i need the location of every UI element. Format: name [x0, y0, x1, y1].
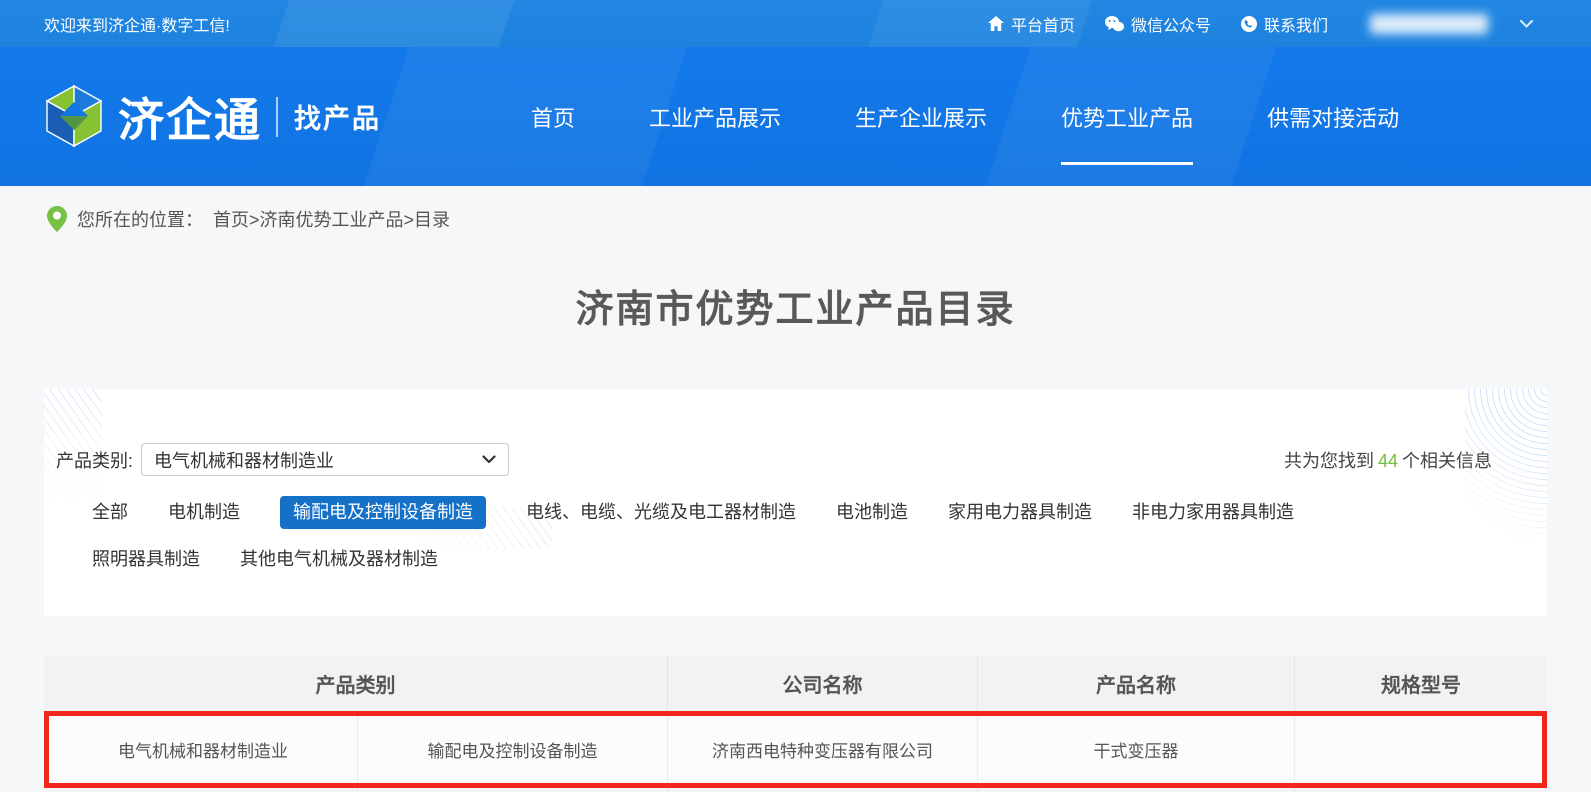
col-header-spec-model: 规格型号	[1294, 656, 1547, 711]
nav-item-supply-demand[interactable]: 供需对接活动	[1267, 101, 1399, 133]
cell-subcategory: 输配电及控制设备制造	[357, 716, 667, 783]
result-suffix: 个相关信息	[1402, 451, 1492, 471]
main-nav: 首页 工业产品展示 生产企业展示 优势工业产品 供需对接活动	[531, 101, 1399, 133]
category-tabs: 全部 电机制造 输配电及控制设备制造 电线、电缆、光缆及电工器材制造 电池制造 …	[44, 476, 1547, 576]
result-count: 44	[1378, 451, 1398, 471]
wechat-icon	[1105, 16, 1124, 32]
topbar-link-contact[interactable]: 联系我们	[1241, 12, 1328, 36]
highlighted-table-row[interactable]: 电气机械和器材制造业 输配电及控制设备制造 济南西电特种变压器有限公司 干式变压…	[44, 711, 1547, 788]
category-select-label: 产品类别:	[56, 447, 133, 473]
table-header-row: 产品类别 公司名称 产品名称 规格型号	[44, 656, 1547, 711]
next-row-partial	[44, 788, 1547, 792]
col-header-product-name: 产品名称	[977, 656, 1294, 711]
logo-subtitle: 找产品	[294, 97, 381, 136]
cell-company: 济南西电特种变压器有限公司	[667, 716, 977, 783]
cell-partial	[44, 788, 357, 792]
nav-item-industrial-products[interactable]: 工业产品展示	[649, 101, 781, 133]
tab-lighting[interactable]: 照明器具制造	[92, 543, 200, 576]
site-header: 济企通 找产品 首页 工业产品展示 生产企业展示 优势工业产品 供需对接活动	[0, 47, 1591, 186]
cell-partial	[357, 788, 667, 792]
topbar-link-label: 平台首页	[1011, 12, 1075, 36]
tab-battery[interactable]: 电池制造	[836, 496, 908, 529]
topbar: 欢迎来到济企通·数字工信! 平台首页 微信公众号	[0, 0, 1591, 47]
tab-household-electric[interactable]: 家用电力器具制造	[948, 496, 1092, 529]
logo-cube-icon	[44, 84, 104, 150]
nav-item-home[interactable]: 首页	[531, 101, 575, 133]
location-pin-icon	[47, 206, 67, 232]
logo-divider	[276, 97, 278, 137]
home-icon	[988, 16, 1004, 31]
breadcrumb-prefix: 您所在的位置：	[77, 206, 203, 232]
tab-non-electric-household[interactable]: 非电力家用器具制造	[1132, 496, 1294, 529]
cell-partial	[1294, 788, 1547, 792]
filter-panel: 产品类别: 电气机械和器材制造业 共为您找到44个相关信息 全部 电机制造 输配…	[44, 389, 1547, 616]
products-table: 产品类别 公司名称 产品名称 规格型号 电气机械和器材制造业 输配电及控制设备制…	[44, 656, 1547, 792]
tab-motor-manufacturing[interactable]: 电机制造	[168, 496, 240, 529]
nav-item-advantage-products[interactable]: 优势工业产品	[1061, 101, 1193, 133]
table-row: 电气机械和器材制造业 输配电及控制设备制造 济南西电特种变压器有限公司 干式变压…	[49, 716, 1542, 783]
select-chevron-icon	[482, 455, 496, 464]
tabs-row-1: 全部 电机制造 输配电及控制设备制造 电线、电缆、光缆及电工器材制造 电池制造 …	[92, 496, 1547, 529]
breadcrumb-path[interactable]: 首页>济南优势工业产品>目录	[213, 206, 450, 232]
topbar-link-wechat[interactable]: 微信公众号	[1105, 12, 1211, 36]
logo-text: 济企通	[118, 84, 262, 150]
tab-all[interactable]: 全部	[92, 496, 128, 529]
cell-partial	[667, 788, 977, 792]
username-redacted[interactable]	[1370, 14, 1488, 34]
filter-row: 产品类别: 电气机械和器材制造业 共为您找到44个相关信息	[44, 389, 1547, 476]
tab-other-electrical[interactable]: 其他电气机械及器材制造	[240, 543, 438, 576]
tab-wire-cable[interactable]: 电线、电缆、光缆及电工器材制造	[526, 496, 796, 529]
tab-power-transmission-equipment[interactable]: 输配电及控制设备制造	[280, 496, 486, 529]
page-title: 济南市优势工业产品目录	[0, 278, 1591, 333]
col-header-product-category: 产品类别	[44, 656, 667, 711]
chevron-down-icon[interactable]	[1520, 20, 1533, 28]
topbar-link-label: 微信公众号	[1131, 12, 1211, 36]
result-count-text: 共为您找到44个相关信息	[1284, 447, 1492, 473]
topbar-links: 平台首页 微信公众号 联系我们	[988, 12, 1533, 36]
breadcrumb: 您所在的位置： 首页>济南优势工业产品>目录	[0, 186, 1591, 232]
phone-icon	[1241, 16, 1257, 32]
cell-partial	[977, 788, 1294, 792]
cell-category: 电气机械和器材制造业	[49, 716, 357, 783]
product-category-select[interactable]: 电气机械和器材制造业	[141, 443, 509, 476]
topbar-link-home[interactable]: 平台首页	[988, 12, 1075, 36]
page: 欢迎来到济企通·数字工信! 平台首页 微信公众号	[0, 0, 1591, 792]
topbar-link-label: 联系我们	[1264, 12, 1328, 36]
nav-item-manufacturers[interactable]: 生产企业展示	[855, 101, 987, 133]
result-prefix: 共为您找到	[1284, 451, 1374, 471]
cell-product: 干式变压器	[977, 716, 1294, 783]
col-header-company-name: 公司名称	[667, 656, 977, 711]
tabs-row-2: 照明器具制造 其他电气机械及器材制造	[92, 543, 1547, 576]
logo[interactable]: 济企通 找产品	[44, 84, 381, 150]
cell-spec	[1294, 716, 1542, 783]
welcome-text: 欢迎来到济企通·数字工信!	[44, 12, 230, 36]
selected-category: 电气机械和器材制造业	[154, 447, 334, 473]
